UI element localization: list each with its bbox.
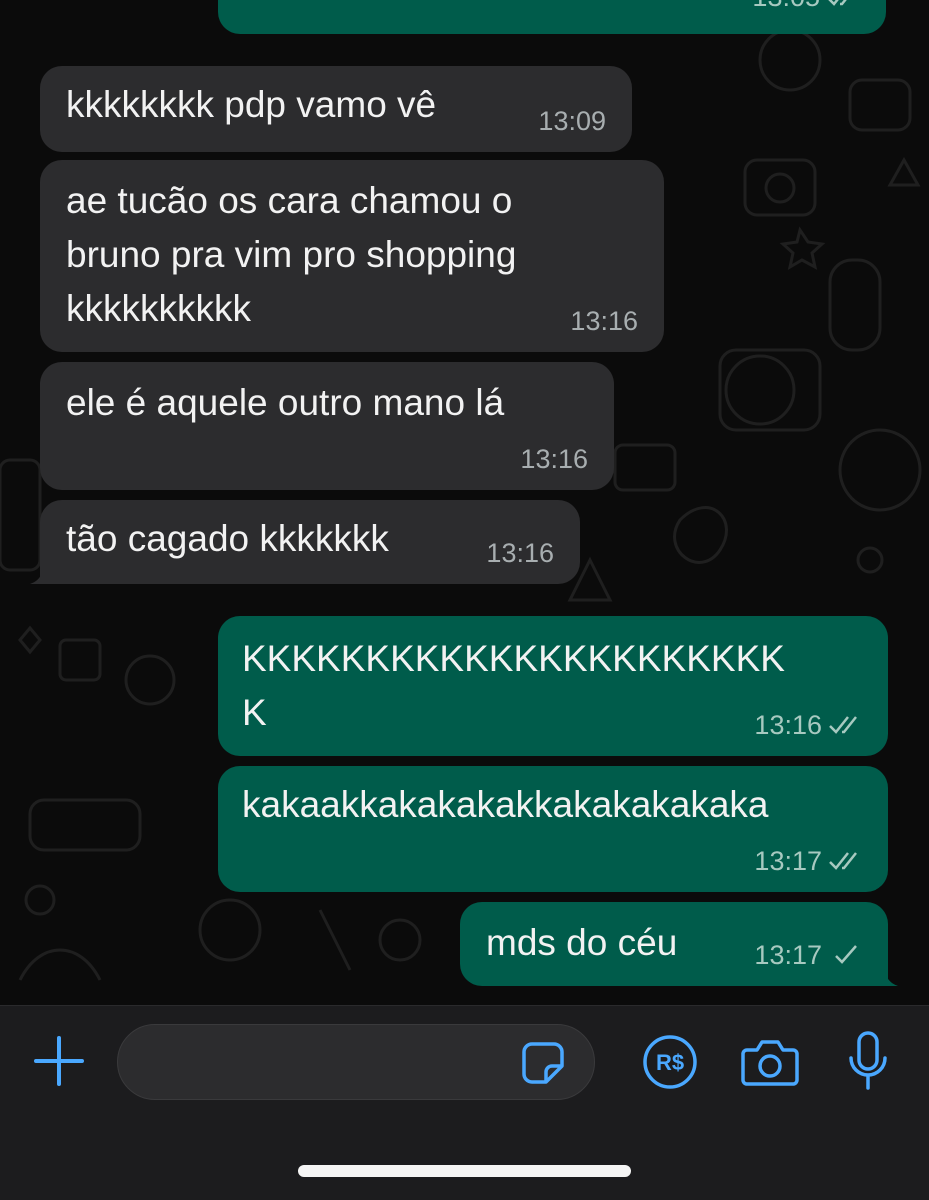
camera-button[interactable] (740, 1032, 800, 1092)
message-incoming[interactable]: kkkkkkkk pdp vamo vê 13:09 (40, 66, 632, 152)
double-check-icon (829, 716, 857, 734)
payment-button[interactable]: R$ (640, 1032, 700, 1092)
svg-text:R$: R$ (656, 1050, 684, 1075)
message-text: ele é aquele outro mano lá (66, 382, 505, 423)
pix-payment-icon: R$ (643, 1035, 697, 1089)
message-text: ae tucão os cara chamou o bruno pra vim … (66, 180, 517, 329)
bubble-tail (874, 962, 898, 986)
message-outgoing[interactable]: mds do céu 13:17 (460, 902, 898, 986)
plus-icon (34, 1036, 84, 1086)
chat-area[interactable]: 13:05 kkkkkkkk pdp vamo vê 13:09 ae tucã… (0, 0, 929, 1005)
message-incoming[interactable]: tão cagado kkkkkkk 13:16 (30, 500, 580, 584)
message-time: 13:16 (754, 710, 822, 740)
sticker-button[interactable] (518, 1038, 568, 1088)
message-text: mds do céu (486, 922, 678, 963)
double-check-icon (828, 0, 847, 6)
message-text: KKKKKKKKKKKKKKKKKKKKKK K (242, 638, 785, 733)
message-outgoing[interactable]: kakaakkakakakakkakakakakaka 13:17 (218, 766, 888, 892)
message-time: 13:17 (754, 846, 822, 876)
message-text: kakaakkakakakakkakakakakaka (242, 784, 769, 825)
message-text: tão cagado kkkkkkk (66, 518, 389, 559)
voice-message-button[interactable] (840, 1028, 896, 1094)
single-check-icon (835, 945, 857, 964)
message-outgoing[interactable]: KKKKKKKKKKKKKKKKKKKKKK K 13:16 (218, 616, 888, 756)
attach-button[interactable] (30, 1032, 88, 1090)
camera-icon (741, 1040, 799, 1086)
message-time: 13:05 (752, 0, 820, 12)
microphone-icon (849, 1031, 887, 1090)
double-check-icon (829, 852, 857, 870)
message-incoming[interactable]: ae tucão os cara chamou o bruno pra vim … (40, 160, 664, 352)
message-time: 13:09 (538, 106, 606, 136)
message-text: kkkkkkkk pdp vamo vê (66, 84, 437, 125)
message-incoming[interactable]: ele é aquele outro mano lá 13:16 (40, 362, 614, 490)
message-outgoing[interactable]: 13:05 (218, 0, 886, 34)
sticker-icon (522, 1042, 564, 1084)
message-time: 13:17 (754, 940, 822, 970)
home-indicator[interactable] (298, 1165, 631, 1177)
message-time: 13:16 (520, 444, 588, 474)
bubble-tail (30, 560, 54, 584)
message-time: 13:16 (570, 306, 638, 336)
message-time: 13:16 (486, 538, 554, 568)
